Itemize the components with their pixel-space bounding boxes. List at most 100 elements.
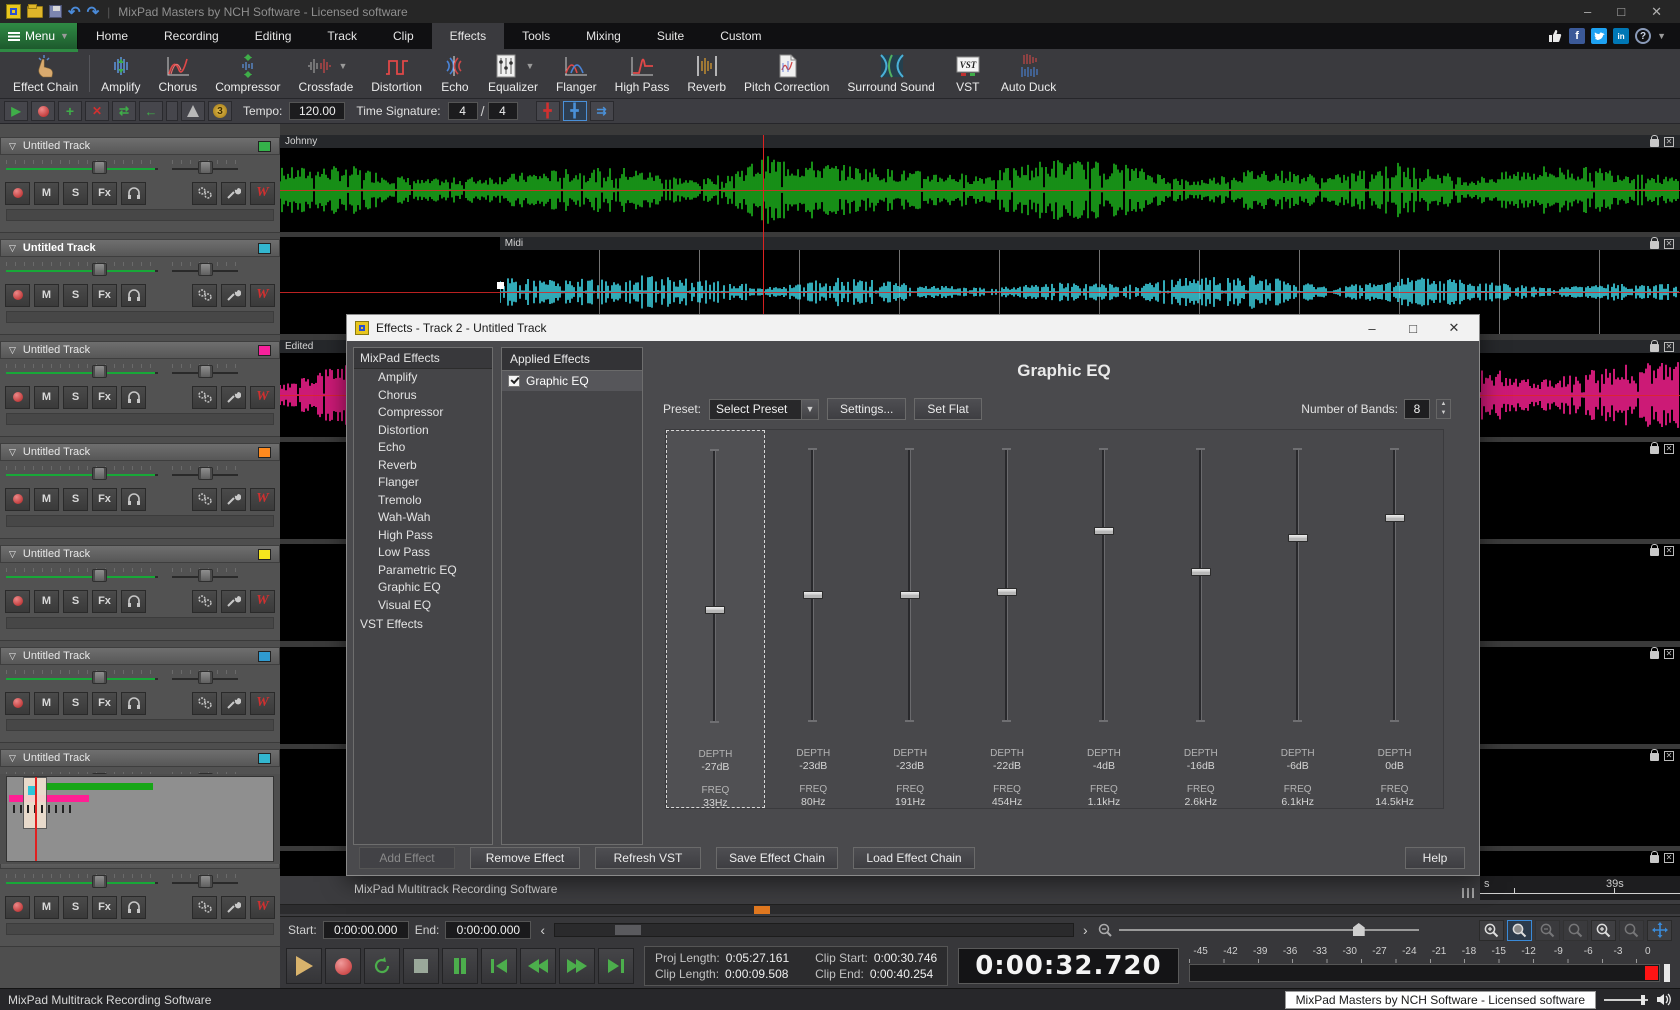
track-title-bar[interactable]: ▽ Untitled Track bbox=[0, 239, 280, 257]
eq-slider-handle[interactable] bbox=[1094, 527, 1114, 535]
eq-slider-handle[interactable] bbox=[1385, 514, 1405, 522]
drag-grip-icon[interactable] bbox=[1462, 888, 1476, 898]
pan-slider[interactable] bbox=[172, 670, 238, 684]
collapse-icon[interactable]: ▽ bbox=[9, 651, 16, 662]
remove-icon[interactable]: ✕ bbox=[1664, 546, 1674, 556]
monitor-button[interactable] bbox=[121, 284, 146, 307]
track-title-bar[interactable]: ▽ Untitled Track bbox=[0, 749, 280, 767]
stop-button[interactable] bbox=[403, 948, 439, 984]
track-tools-button[interactable] bbox=[221, 182, 246, 205]
set-flat-button[interactable]: Set Flat bbox=[914, 398, 981, 420]
effects-list-item[interactable]: Distortion bbox=[354, 422, 492, 440]
arm-record-button[interactable] bbox=[5, 386, 30, 409]
lock-icon[interactable] bbox=[1650, 241, 1659, 249]
zoom-slider[interactable] bbox=[1119, 923, 1419, 937]
effects-list-item[interactable]: Chorus bbox=[354, 387, 492, 405]
pan-slider-handle[interactable] bbox=[198, 467, 213, 480]
effects-list-item[interactable]: Reverb bbox=[354, 457, 492, 475]
toolbar-button[interactable]: 3 bbox=[208, 101, 232, 121]
menu-tab[interactable]: Home bbox=[78, 23, 146, 49]
track-settings-button[interactable] bbox=[192, 590, 217, 613]
volume-slider[interactable] bbox=[6, 262, 158, 276]
track-settings-button[interactable] bbox=[192, 386, 217, 409]
clip-name[interactable]: Johnny bbox=[280, 135, 1680, 148]
flanger[interactable]: Flanger bbox=[547, 49, 606, 98]
track-color-chip[interactable] bbox=[258, 141, 271, 152]
skip-to-start-button[interactable] bbox=[481, 948, 517, 984]
track-title-bar[interactable]: ▽ Untitled Track bbox=[0, 647, 280, 665]
amplify[interactable]: Amplify bbox=[92, 49, 149, 98]
solo-button[interactable]: S bbox=[63, 692, 88, 715]
track-tools-button[interactable] bbox=[221, 284, 246, 307]
effects-list-item[interactable]: Low Pass bbox=[354, 544, 492, 562]
arm-record-button[interactable] bbox=[5, 284, 30, 307]
pan-slider-handle[interactable] bbox=[198, 569, 213, 582]
track-title-bar[interactable]: ▽ Untitled Track bbox=[0, 545, 280, 563]
end-time-field[interactable]: 0:00:00.000 bbox=[445, 921, 531, 939]
volume-slider-handle[interactable] bbox=[92, 467, 107, 480]
monitor-button[interactable] bbox=[121, 896, 146, 919]
zoom-project-button[interactable] bbox=[1591, 920, 1616, 941]
collapse-icon[interactable]: ▽ bbox=[9, 345, 16, 356]
menu-tab[interactable]: Clip bbox=[375, 23, 432, 49]
toolbar-button[interactable]: ⇄ bbox=[112, 101, 136, 121]
horizontal-scrollbar[interactable] bbox=[554, 923, 1074, 937]
collapse-icon[interactable]: ▽ bbox=[9, 447, 16, 458]
mute-button[interactable]: M bbox=[34, 896, 59, 919]
volume-handle[interactable] bbox=[1641, 995, 1645, 1005]
equalizer[interactable]: ▼ Equalizer bbox=[479, 49, 547, 98]
effects-list-item[interactable]: Tremolo bbox=[354, 492, 492, 510]
dialog-maximize-button[interactable]: □ bbox=[1396, 321, 1430, 336]
track-fx-button[interactable]: Fx bbox=[92, 488, 117, 511]
menu-button[interactable]: Menu ▼ bbox=[0, 23, 78, 49]
volume-slider[interactable] bbox=[6, 874, 158, 888]
record-button[interactable] bbox=[325, 948, 361, 984]
echo[interactable]: Echo bbox=[431, 49, 479, 98]
arm-record-button[interactable] bbox=[5, 182, 30, 205]
track-title-bar[interactable]: ▽ Untitled Track bbox=[0, 341, 280, 359]
waveform-view-button[interactable]: W bbox=[250, 284, 275, 307]
track-tools-button[interactable] bbox=[221, 896, 246, 919]
help-icon[interactable]: ? bbox=[1635, 28, 1651, 44]
waveform-view-button[interactable]: W bbox=[250, 386, 275, 409]
menu-tab[interactable]: Editing bbox=[237, 23, 310, 49]
track-fx-button[interactable]: Fx bbox=[92, 182, 117, 205]
skip-to-end-button[interactable] bbox=[598, 948, 634, 984]
menu-tab[interactable]: Track bbox=[309, 23, 375, 49]
eq-band[interactable]: DEPTH -22dB FREQ 454Hz bbox=[959, 430, 1056, 808]
zoom-previous-button[interactable] bbox=[1563, 920, 1588, 941]
linkedin-icon[interactable]: in bbox=[1613, 28, 1629, 44]
track-color-chip[interactable] bbox=[258, 447, 271, 458]
solo-button[interactable]: S bbox=[63, 590, 88, 613]
effects-list-header[interactable]: MixPad Effects bbox=[354, 348, 492, 369]
effects-list-item[interactable]: Graphic EQ bbox=[354, 579, 492, 597]
facebook-icon[interactable]: f bbox=[1569, 28, 1585, 44]
remove-icon[interactable]: ✕ bbox=[1664, 444, 1674, 454]
zoom-out-button[interactable] bbox=[1535, 920, 1560, 941]
volume-slider[interactable] bbox=[6, 670, 158, 684]
volume-slider[interactable] bbox=[6, 568, 158, 582]
volume-slider-handle[interactable] bbox=[92, 569, 107, 582]
solo-button[interactable]: S bbox=[63, 284, 88, 307]
track-fx-button[interactable]: Fx bbox=[92, 896, 117, 919]
zoom-selection-button[interactable] bbox=[1507, 920, 1532, 941]
pitch-correction[interactable]: Pitch Correction bbox=[735, 49, 838, 98]
solo-button[interactable]: S bbox=[63, 896, 88, 919]
lock-icon[interactable] bbox=[1650, 651, 1659, 659]
chorus[interactable]: Chorus bbox=[150, 49, 207, 98]
lock-icon[interactable] bbox=[1650, 446, 1659, 454]
toolbar-button[interactable]: ╋ bbox=[563, 101, 587, 121]
help-button[interactable]: Help bbox=[1405, 847, 1465, 869]
toolbar-button[interactable] bbox=[166, 101, 178, 121]
track-tools-button[interactable] bbox=[221, 590, 246, 613]
pause-button[interactable] bbox=[442, 948, 478, 984]
toolbar-button[interactable]: + bbox=[58, 101, 82, 121]
lock-icon[interactable] bbox=[1650, 548, 1659, 556]
distortion[interactable]: Distortion bbox=[362, 49, 431, 98]
arm-record-button[interactable] bbox=[5, 692, 30, 715]
redo-icon[interactable]: ↷ bbox=[87, 3, 100, 21]
scroll-left-icon[interactable]: ‹ bbox=[537, 922, 548, 938]
track-settings-button[interactable] bbox=[192, 182, 217, 205]
pan-slider-handle[interactable] bbox=[198, 365, 213, 378]
eq-slider-handle[interactable] bbox=[1288, 534, 1308, 542]
